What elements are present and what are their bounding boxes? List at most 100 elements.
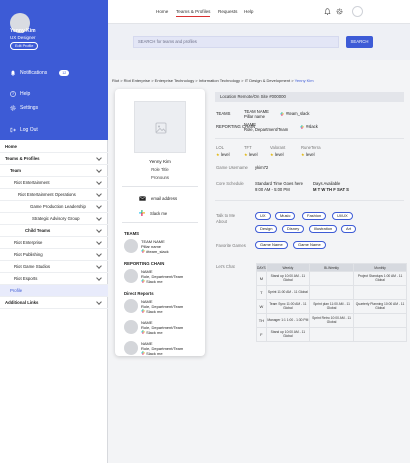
logout-icon (10, 127, 16, 133)
breadcrumb-path[interactable]: Riot > Riot Enterprise > Enterprise Tech… (112, 78, 294, 83)
avatar[interactable] (352, 6, 363, 17)
nav-label: Child Teams (25, 228, 51, 233)
tag-ux[interactable]: UX (255, 212, 271, 220)
table-cell: F (256, 327, 267, 342)
table-cell[interactable]: Quarterly Planning 10:00 AM - 11 Global (353, 299, 407, 314)
slack-icon (141, 249, 145, 253)
star-icon: ★ (216, 152, 220, 157)
sidebar-item-logout[interactable]: Log Out (10, 127, 38, 133)
sidebar-item-game-production-leadership[interactable]: Game Production Leadership (0, 201, 108, 213)
sidebar-item-strategic-advisory-group[interactable]: Strategic Advisory Group (0, 213, 108, 225)
sidebar-item-riot-entertainment[interactable]: Riot Entertainment (0, 177, 108, 189)
sidebar-item-additional-links[interactable]: Additional Links (0, 297, 108, 309)
sidebar-item-riot-game-studios[interactable]: Riot Game Studios (0, 261, 108, 273)
person-slack-label: Slack me (146, 330, 163, 335)
person-slack-label: Slack me (146, 309, 163, 314)
person-slack[interactable]: Slack me (141, 309, 163, 314)
topnav-home[interactable]: Home (156, 9, 168, 14)
tag-fashion[interactable]: Fashion (302, 212, 327, 220)
sidebar-item-help[interactable]: ? Help (10, 91, 30, 97)
game-username: ykim72 (255, 165, 269, 170)
tag-ui-ux[interactable]: UI/UX (332, 212, 353, 220)
table-cell[interactable]: Stand up 10:00 AM - 11 Global (265, 327, 310, 342)
table-cell (308, 271, 355, 286)
tag-art[interactable]: Art (341, 225, 357, 233)
reporting-chain-entry[interactable]: NAME Role, Department/Team Slack me (124, 269, 202, 286)
table-header: Weekly (265, 263, 310, 272)
sidebar-item-riot-enterprise[interactable]: Riot Enterprise (0, 237, 108, 249)
sidebar-item-riot-esports[interactable]: Riot Esports (0, 273, 108, 285)
sidebar-item-profile[interactable]: Profile (0, 285, 108, 297)
person-avatar (124, 320, 138, 334)
person-slack-label: Slack me (146, 351, 163, 356)
sidebar-item-riot-publishing[interactable]: Riot Publishing (0, 249, 108, 261)
table-cell[interactable]: Stand up 10:00 AM - 11 Global (265, 271, 310, 286)
search-button[interactable]: SEARCH (346, 36, 373, 48)
slack-me-link[interactable]: Slack me (139, 210, 167, 216)
topnav-help[interactable]: Help (244, 9, 253, 14)
edit-profile-button[interactable]: Edit Profile (10, 42, 39, 50)
favorite-game[interactable]: Game Name (255, 241, 288, 249)
chevron-down-icon (96, 239, 102, 245)
table-cell[interactable]: Project Standups 1:00 AM - 11 Global (353, 271, 407, 286)
team-channel-label: #team_slack (146, 249, 169, 254)
sidebar-item-riot-entertainment-operations[interactable]: Riot Entertainment Operations (0, 189, 108, 201)
tag-design[interactable]: Design (255, 225, 278, 233)
rank-valorant-value: ★ level (270, 152, 284, 157)
profile-name: Yenny Kim (149, 159, 171, 164)
table-cell[interactable]: Sprint 11:00 AM - 11 Global (265, 285, 310, 300)
sidebar-item-team[interactable]: Team (0, 165, 108, 177)
gear-icon[interactable] (336, 8, 343, 15)
sidebar-item-child-teams[interactable]: Child Teams (0, 225, 108, 237)
star-icon: ★ (270, 152, 274, 157)
sidebar-item-teams-profiles[interactable]: Teams & Profiles (0, 153, 108, 165)
team-channel[interactable]: #team_slack (141, 249, 169, 254)
tag-illustration[interactable]: Illustration (309, 225, 338, 233)
table-row: W Team Sync 11:00 AM - 11 Global Sprint … (256, 299, 407, 314)
email-link[interactable]: email address (139, 196, 177, 201)
team-avatar (124, 239, 138, 253)
topnav-requests[interactable]: Requests (218, 9, 237, 14)
person-slack[interactable]: Slack me (141, 351, 163, 356)
sidebar-item-home[interactable]: Home (0, 141, 108, 153)
tag-music[interactable]: Music (275, 212, 296, 220)
table-cell[interactable]: Sprint Retro 10:00 AM - 11 Global (308, 313, 355, 328)
team-entry[interactable]: TEAM NAME Pillar name #team_slack (124, 239, 202, 256)
table-cell (353, 327, 407, 342)
topnav-teams-profiles[interactable]: Teams & Profiles (176, 9, 211, 17)
table-cell: T (256, 285, 267, 300)
sidebar-item-settings[interactable]: Settings (10, 105, 38, 111)
team-slack-link[interactable]: #team_slack (280, 111, 310, 116)
direct-report-entry[interactable]: NAME Role, Department/Team Slack me (124, 341, 202, 358)
table-cell[interactable]: Team Sync 11:00 AM - 11 Global (265, 299, 310, 314)
person-slack[interactable]: Slack me (141, 279, 163, 284)
favorite-game[interactable]: Game Name (293, 241, 326, 249)
logout-label: Log Out (20, 127, 38, 133)
direct-report-entry[interactable]: NAME Role, Department/Team Slack me (124, 320, 202, 337)
nav-label: Riot Entertainment (14, 180, 50, 185)
nav-label: Riot Publishing (14, 252, 43, 257)
lets-chat-table: DAYS Weekly Bi-Weekly Monthly M Stand up… (256, 263, 407, 342)
star-icon: ★ (301, 152, 305, 157)
days-available-label: Days Available (313, 181, 341, 186)
svg-text:?: ? (12, 92, 14, 96)
bell-icon (10, 70, 16, 76)
search-input[interactable]: SEARCH for teams and profiles (133, 36, 339, 48)
direct-report-entry[interactable]: NAME Role, Department/Team Slack me (124, 299, 202, 316)
gear-icon (10, 105, 16, 111)
person-slack[interactable]: Slack me (141, 330, 163, 335)
chain-slack-link[interactable]: #slack (300, 124, 318, 129)
image-placeholder-icon (155, 122, 167, 134)
days-available: M T W TH F SAT S (313, 187, 349, 192)
rank-tft-value: ★ level (244, 152, 258, 157)
tag-disney[interactable]: Disney (282, 225, 305, 233)
chevron-down-icon (96, 215, 102, 221)
divider (122, 186, 198, 187)
table-cell (353, 313, 407, 328)
table-cell[interactable]: Manager 1:1 1:00 - 1:30 PM (265, 313, 310, 328)
sidebar-item-notifications[interactable]: Notifications 12 (10, 70, 70, 76)
table-cell[interactable]: Sprint plan 11:00 AM - 11 Global (308, 299, 355, 314)
sidebar-nav: Home Teams & Profiles Team Riot Entertai… (0, 140, 108, 309)
divider (122, 222, 198, 223)
bell-icon[interactable] (324, 8, 331, 15)
